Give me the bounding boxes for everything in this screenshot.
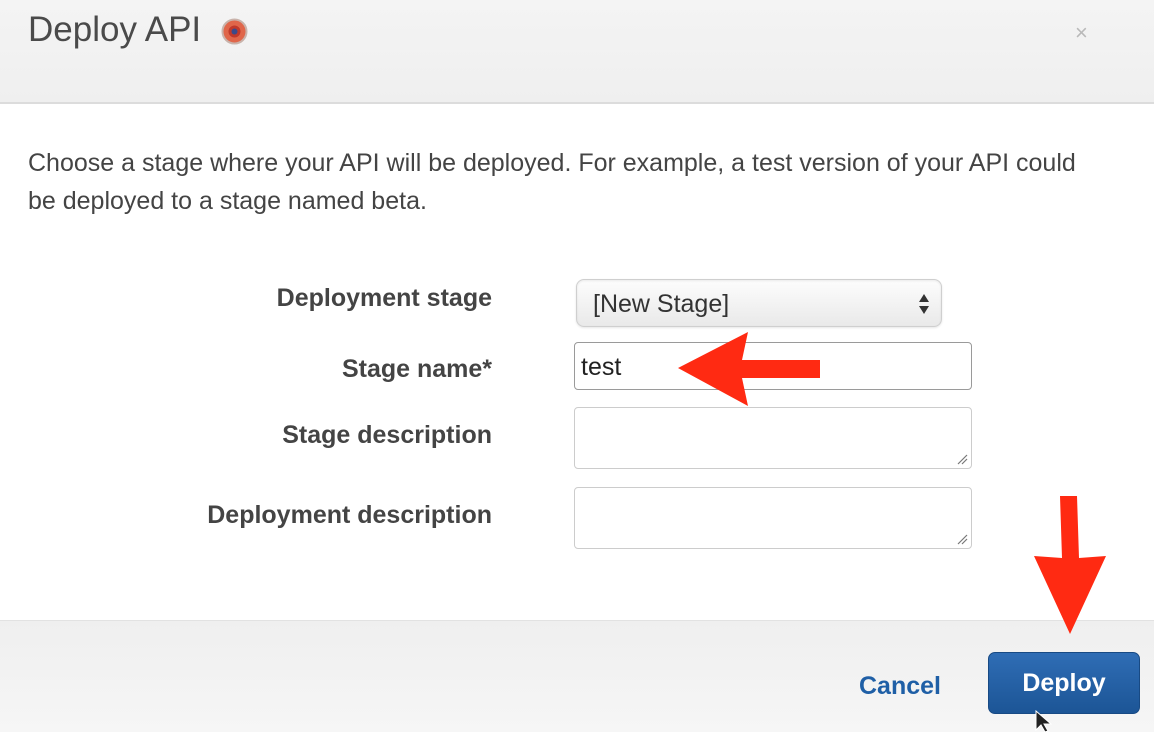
stage-description-textarea[interactable] xyxy=(574,407,972,469)
dialog-header: Deploy API × xyxy=(0,0,1154,104)
help-info-icon[interactable] xyxy=(221,18,248,45)
deployment-description-label: Deployment description xyxy=(207,501,492,529)
stage-name-value: test xyxy=(581,353,622,381)
cancel-button[interactable]: Cancel xyxy=(859,670,941,702)
intro-text: Choose a stage where your API will be de… xyxy=(28,149,1076,215)
dialog-footer xyxy=(0,620,1154,732)
deployment-stage-label: Deployment stage xyxy=(276,284,492,312)
stage-name-label: Stage name* xyxy=(341,355,492,383)
deployment-description-textarea[interactable] xyxy=(574,487,972,549)
resize-grip-icon[interactable] xyxy=(956,533,968,545)
stage-description-label: Stage description xyxy=(282,421,492,449)
deployment-stage-selected-value: [New Stage] xyxy=(593,290,730,318)
select-arrows-icon xyxy=(919,294,929,314)
close-icon[interactable]: × xyxy=(1075,20,1088,46)
deploy-button[interactable]: Deploy xyxy=(988,652,1140,714)
annotation-arrow-icon xyxy=(1034,496,1106,634)
dialog-title: Deploy API xyxy=(28,10,202,49)
deployment-stage-select[interactable]: [New Stage] xyxy=(576,279,942,327)
stage-name-input[interactable]: test xyxy=(574,342,972,390)
deploy-api-dialog: Deploy API × Choose a stage where your A… xyxy=(0,0,1154,732)
resize-grip-icon[interactable] xyxy=(956,453,968,465)
